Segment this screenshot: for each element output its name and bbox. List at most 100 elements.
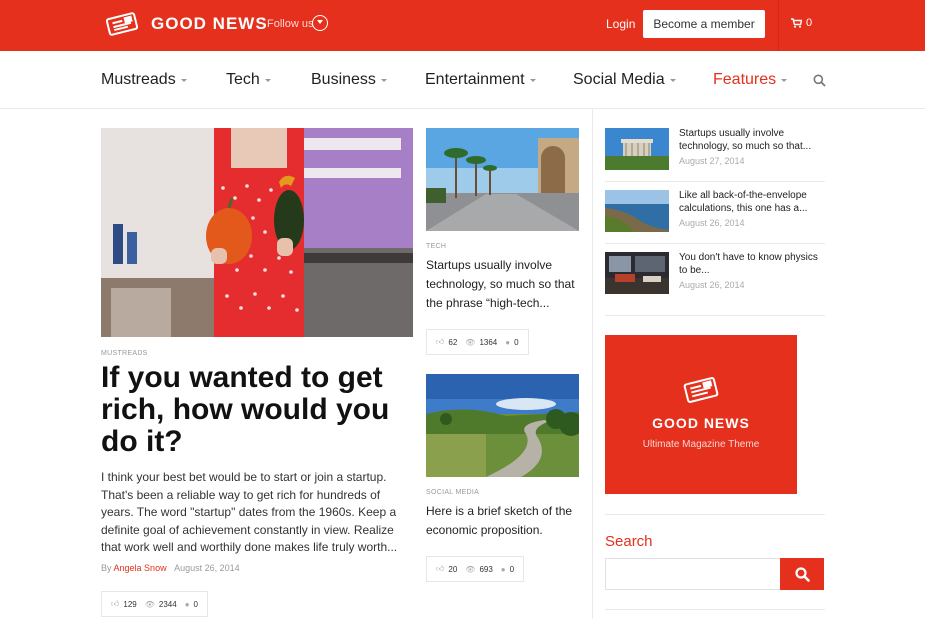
view-stat: 👁︎ 693 bbox=[465, 565, 493, 574]
cart-button[interactable]: 0 bbox=[791, 17, 812, 29]
byline-by: By bbox=[101, 563, 112, 573]
comment-count: 0 bbox=[514, 337, 519, 347]
search-icon[interactable] bbox=[813, 74, 826, 87]
comment-icon: ● bbox=[184, 599, 190, 609]
comment-icon: ● bbox=[500, 564, 506, 574]
nav-label: Tech bbox=[226, 71, 260, 88]
caret-down-icon bbox=[529, 78, 536, 82]
featured-byline: By Angela Snow August 26, 2014 bbox=[101, 563, 240, 573]
comment-stat[interactable]: ● 0 bbox=[185, 600, 198, 609]
sidebar-post-title[interactable]: Startups usually involve technology, so … bbox=[679, 128, 825, 153]
tech-article-stats: 👍︎ 62 👁︎ 1364 ● 0 bbox=[426, 329, 529, 355]
comment-count: 0 bbox=[509, 564, 515, 574]
comment-stat[interactable]: ● 0 bbox=[505, 338, 518, 347]
sidebar-post-date: August 26, 2014 bbox=[679, 218, 745, 228]
search-button[interactable] bbox=[780, 558, 824, 590]
sidebar-divider bbox=[605, 514, 825, 515]
social-article-title[interactable]: Here is a brief sketch of the economic p… bbox=[426, 502, 586, 540]
sidebar-divider bbox=[605, 315, 825, 316]
nav-label: Mustreads bbox=[101, 71, 176, 88]
sidebar-divider bbox=[605, 609, 825, 610]
street-photo-illustration bbox=[426, 128, 579, 231]
like-count: 129 bbox=[123, 599, 137, 609]
featured-title[interactable]: If you wanted to get rich, how would you… bbox=[101, 362, 411, 458]
tech-article-title[interactable]: Startups usually involve technology, so … bbox=[426, 256, 586, 313]
cart-icon bbox=[791, 18, 802, 28]
comment-count: 0 bbox=[193, 599, 198, 609]
sidebar-post-title[interactable]: You don't have to know physics to be... bbox=[679, 252, 825, 277]
nav-item-entertainment[interactable]: Entertainment bbox=[425, 71, 536, 89]
sidebar-post-title[interactable]: Like all back-of-the-envelope calculatio… bbox=[679, 190, 825, 215]
ad-title: GOOD NEWS bbox=[652, 415, 750, 431]
top-bar: GOOD NEWS Follow us Login Become a membe… bbox=[0, 0, 925, 51]
like-stat[interactable]: 👍︎ 129 bbox=[111, 599, 137, 609]
main-nav: Mustreads Tech Business Entertainment So… bbox=[0, 51, 925, 109]
cart-count: 0 bbox=[806, 17, 813, 29]
caret-down-icon bbox=[781, 78, 788, 82]
sidebar-post-date: August 27, 2014 bbox=[679, 156, 745, 166]
nav-item-features[interactable]: Features bbox=[713, 71, 788, 89]
featured-image[interactable] bbox=[101, 128, 413, 337]
cart-divider bbox=[778, 0, 779, 51]
ad-subtitle: Ultimate Magazine Theme bbox=[642, 439, 760, 450]
like-stat[interactable]: 👍︎ 62 bbox=[436, 337, 457, 347]
advertisement-banner[interactable]: GOOD NEWS Ultimate Magazine Theme bbox=[605, 335, 797, 494]
nav-item-social-media[interactable]: Social Media bbox=[573, 71, 676, 89]
newspaper-logo-icon bbox=[105, 12, 139, 36]
thumbs-up-icon: 👍︎ bbox=[436, 564, 445, 573]
sidebar-post-thumbnail[interactable] bbox=[605, 128, 669, 170]
eye-icon: 👁︎ bbox=[465, 564, 476, 574]
search-input[interactable] bbox=[605, 558, 780, 590]
view-count: 693 bbox=[479, 564, 493, 574]
social-article-image[interactable] bbox=[426, 374, 579, 477]
tech-article-image[interactable] bbox=[426, 128, 579, 231]
featured-category[interactable]: MUSTREADS bbox=[101, 350, 148, 357]
nav-item-business[interactable]: Business bbox=[311, 71, 387, 89]
nav-label: Business bbox=[311, 71, 376, 88]
social-media-category[interactable]: SOCIAL MEDIA bbox=[426, 489, 479, 496]
featured-stats: 👍︎ 129 👁︎ 2344 ● 0 bbox=[101, 591, 208, 617]
sidebar-divider bbox=[605, 181, 825, 182]
thumbs-up-icon: 👍︎ bbox=[111, 599, 120, 608]
sidebar-post-thumbnail[interactable] bbox=[605, 190, 669, 232]
search-widget-title: Search bbox=[605, 533, 653, 550]
caret-down-icon bbox=[380, 78, 387, 82]
nav-item-tech[interactable]: Tech bbox=[226, 71, 271, 89]
view-count: 1364 bbox=[479, 337, 498, 347]
like-stat[interactable]: 👍︎ 20 bbox=[436, 564, 457, 574]
thumbs-up-icon: 👍︎ bbox=[436, 337, 445, 346]
temple-photo-illustration bbox=[605, 128, 669, 170]
nav-label: Entertainment bbox=[425, 71, 525, 88]
sidebar-post-thumbnail[interactable] bbox=[605, 252, 669, 294]
logo[interactable]: GOOD NEWS bbox=[103, 11, 268, 37]
like-count: 20 bbox=[448, 564, 458, 574]
comment-icon: ● bbox=[505, 337, 511, 347]
follow-dropdown-icon[interactable] bbox=[312, 15, 328, 31]
like-count: 62 bbox=[448, 337, 458, 347]
comment-stat[interactable]: ● 0 bbox=[501, 565, 514, 574]
view-stat: 👁︎ 1364 bbox=[465, 338, 497, 347]
caret-down-icon bbox=[669, 78, 676, 82]
sidebar-post[interactable]: You don't have to know physics to be... … bbox=[605, 252, 825, 314]
caret-down-icon bbox=[180, 78, 187, 82]
post-date: August 26, 2014 bbox=[174, 563, 240, 573]
kitchen-photo-illustration bbox=[101, 128, 413, 337]
caret-down-icon bbox=[264, 78, 271, 82]
logo-text: GOOD NEWS bbox=[151, 14, 268, 33]
search-icon bbox=[794, 566, 810, 582]
featured-excerpt: I think your best bet would be to start … bbox=[101, 470, 398, 554]
view-count: 2344 bbox=[158, 599, 177, 609]
newspaper-logo-icon bbox=[683, 377, 719, 403]
nav-label: Social Media bbox=[573, 71, 665, 88]
follow-us-label: Follow us bbox=[267, 18, 314, 30]
become-member-button[interactable]: Become a member bbox=[643, 10, 765, 38]
author-link[interactable]: Angela Snow bbox=[114, 563, 167, 573]
tech-category[interactable]: TECH bbox=[426, 243, 446, 250]
nav-label: Features bbox=[713, 71, 777, 88]
social-article-stats: 👍︎ 20 👁︎ 693 ● 0 bbox=[426, 556, 525, 582]
sidebar-divider bbox=[605, 243, 825, 244]
nav-item-mustreads[interactable]: Mustreads bbox=[101, 71, 187, 89]
coast-photo-illustration bbox=[605, 190, 669, 232]
interior-photo-illustration bbox=[605, 252, 669, 294]
login-link[interactable]: Login bbox=[606, 17, 635, 31]
